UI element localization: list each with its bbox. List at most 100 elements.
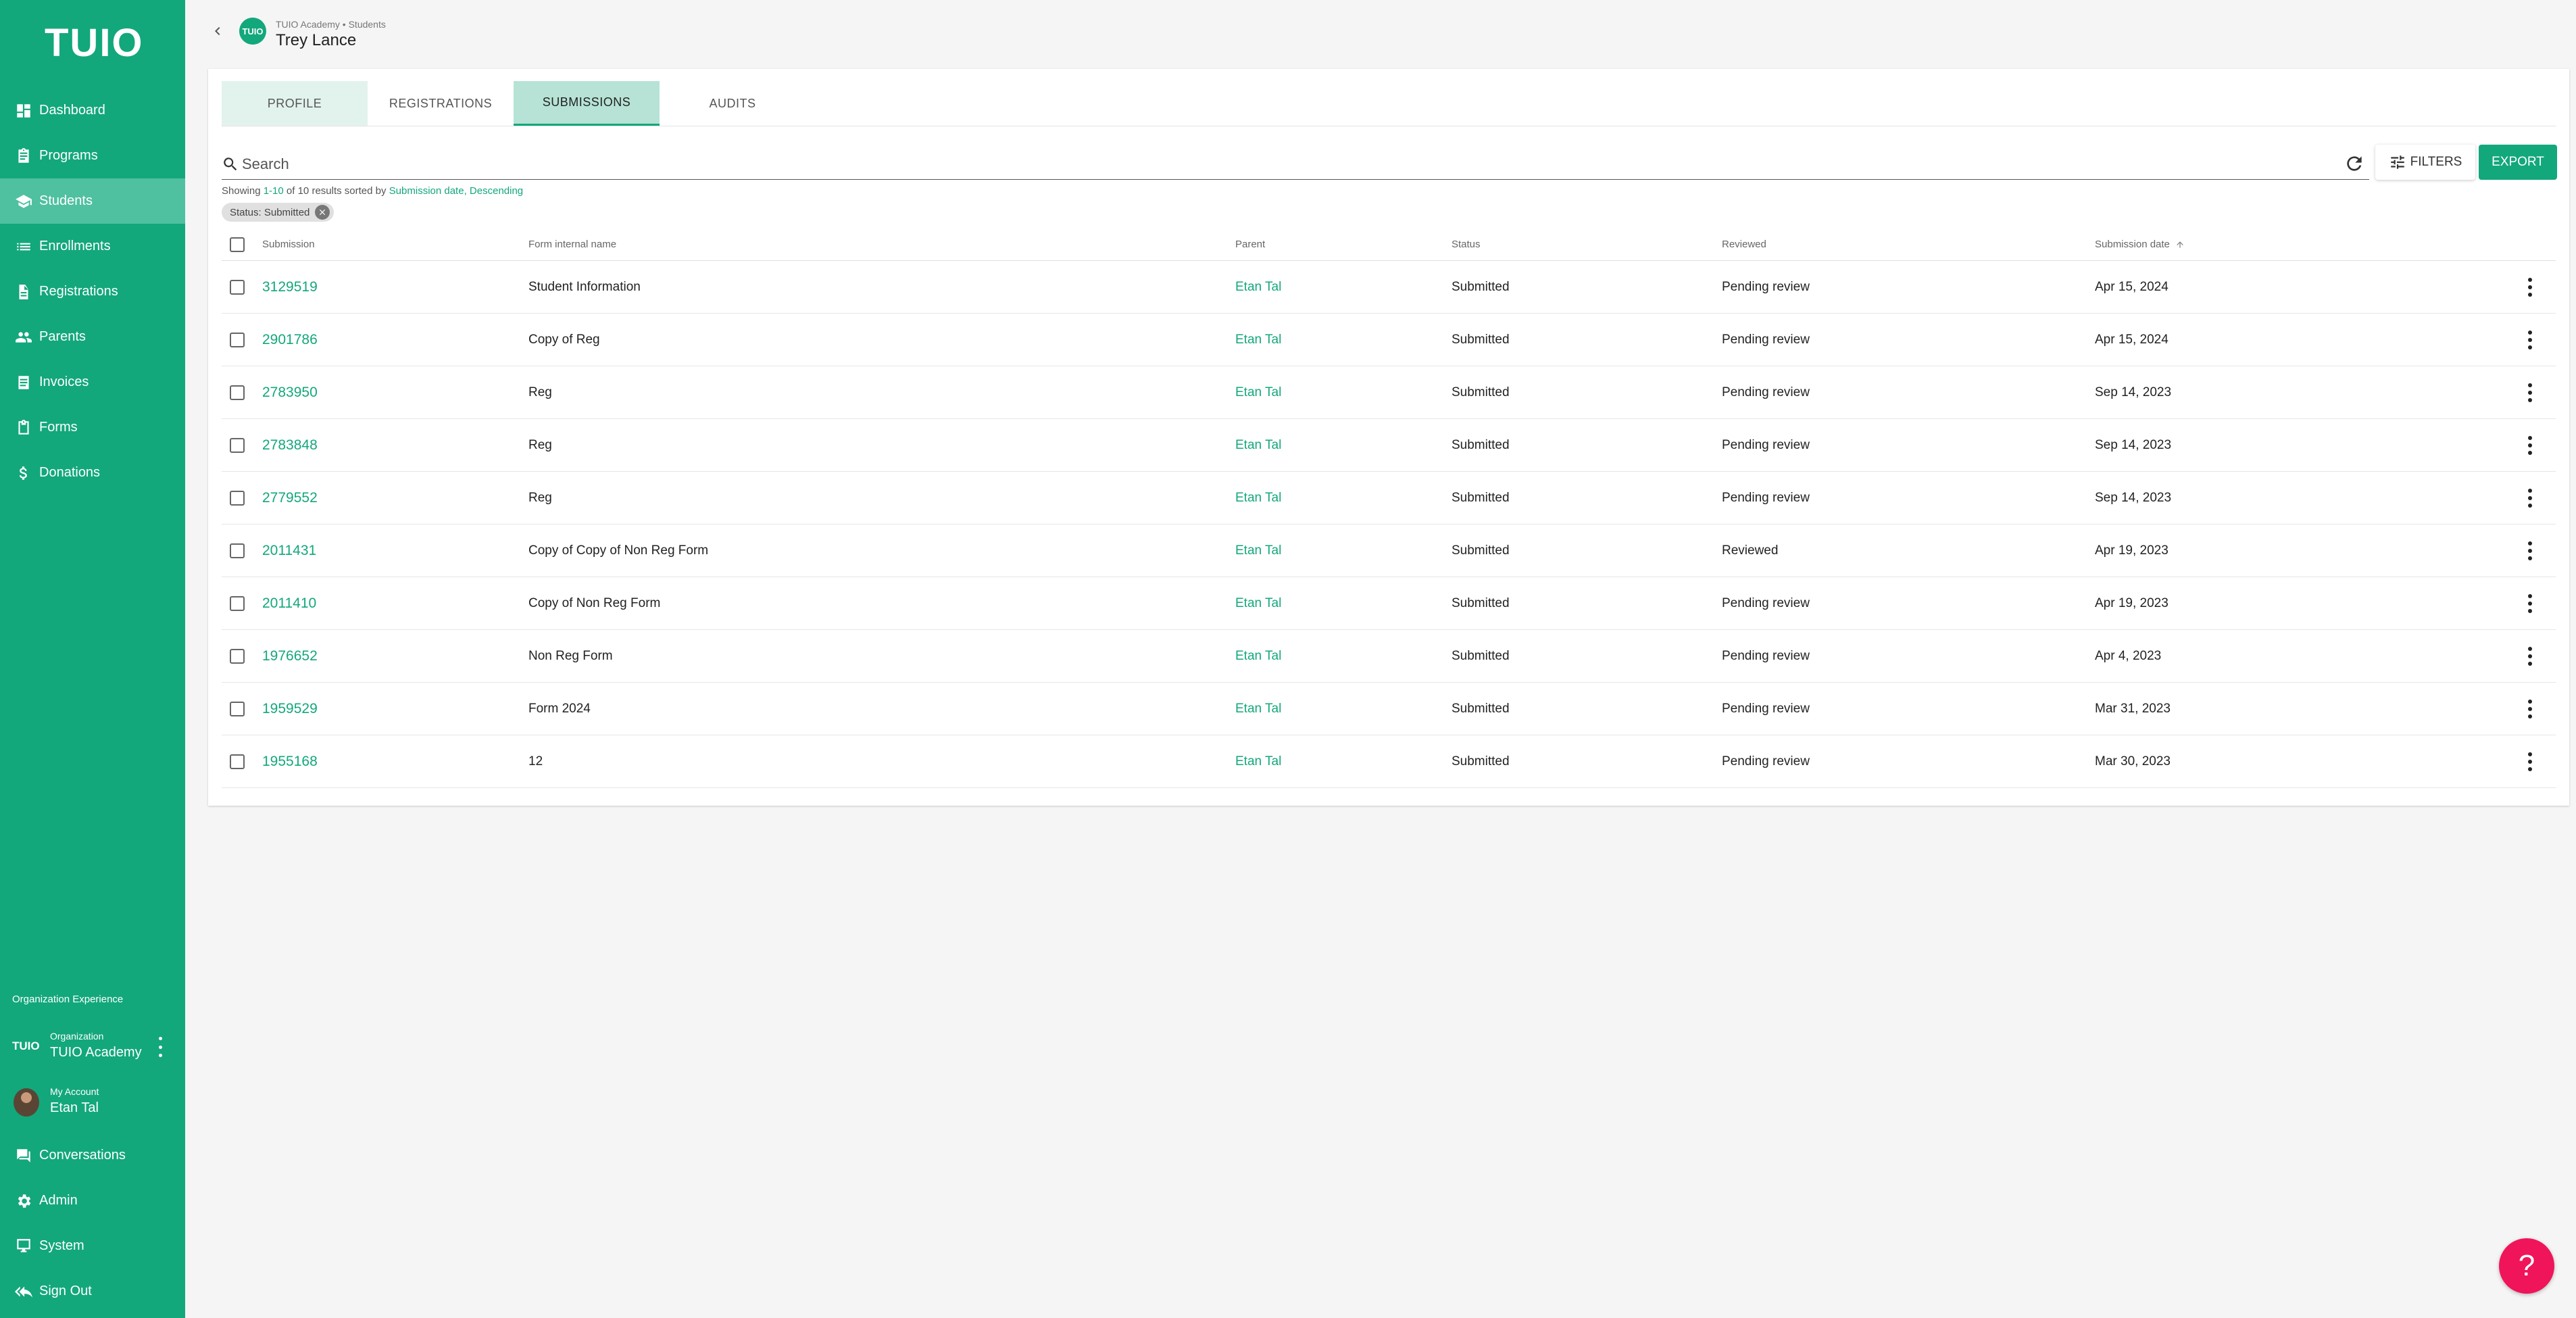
submission-link[interactable]: 1959529 <box>262 701 318 717</box>
refresh-icon[interactable] <box>2344 153 2365 174</box>
row-more-icon[interactable] <box>2526 488 2534 508</box>
sort-field-link[interactable]: Submission date <box>389 185 464 197</box>
sidebar-item-system[interactable]: System <box>0 1223 185 1269</box>
table-row[interactable]: 1976652 Non Reg Form Etan Tal Submitted Pend… <box>222 630 2556 683</box>
cell-reviewed: Pending review <box>1722 437 1810 452</box>
sidebar-item-label: Forms <box>39 420 78 435</box>
filters-button[interactable]: FILTERS <box>2375 145 2475 180</box>
export-button[interactable]: EXPORT <box>2479 145 2557 180</box>
parent-link[interactable]: Etan Tal <box>1235 280 1281 295</box>
table-row[interactable]: 2901786 Copy of Reg Etan Tal Submitted Pendi… <box>222 314 2556 366</box>
parent-link[interactable]: Etan Tal <box>1235 596 1281 611</box>
row-more-icon[interactable] <box>2526 435 2534 455</box>
row-checkbox[interactable] <box>230 701 245 716</box>
parent-link[interactable]: Etan Tal <box>1235 543 1281 558</box>
tab-registrations[interactable]: REGISTRATIONS <box>368 81 514 126</box>
row-more-icon[interactable] <box>2526 699 2534 718</box>
sidebar-item-forms[interactable]: Forms <box>0 405 185 450</box>
sidebar-item-programs[interactable]: Programs <box>0 133 185 178</box>
row-more-icon[interactable] <box>2526 330 2534 349</box>
row-checkbox[interactable] <box>230 754 245 769</box>
tab-audits[interactable]: AUDITS <box>660 81 806 126</box>
sidebar-item-enrollments[interactable]: Enrollments <box>0 224 185 269</box>
table-row[interactable]: 1959529 Form 2024 Etan Tal Submitted Pending… <box>222 683 2556 735</box>
submission-link[interactable]: 2783848 <box>262 437 318 454</box>
row-more-icon[interactable] <box>2526 541 2534 560</box>
org-more-icon[interactable] <box>157 1037 164 1057</box>
table-row[interactable]: 2783950 Reg Etan Tal Submitted Pending revie… <box>222 366 2556 419</box>
table-row[interactable]: 2011431 Copy of Copy of Non Reg Form Etan … <box>222 524 2556 577</box>
row-more-icon[interactable] <box>2526 277 2534 297</box>
sidebar-item-registrations[interactable]: Registrations <box>0 269 185 314</box>
column-header-reviewed[interactable]: Reviewed <box>1722 239 1766 250</box>
row-checkbox[interactable] <box>230 385 245 400</box>
row-more-icon[interactable] <box>2526 593 2534 613</box>
row-checkbox[interactable] <box>230 648 245 664</box>
tuio-logo[interactable]: TUIO <box>45 20 144 66</box>
tab-profile[interactable]: PROFILE <box>222 81 368 126</box>
sort-direction-link[interactable]: Descending <box>470 185 523 197</box>
cell-form: Student Information <box>528 279 641 294</box>
row-more-icon[interactable] <box>2526 646 2534 666</box>
parent-link[interactable]: Etan Tal <box>1235 385 1281 400</box>
table-row[interactable]: 2011410 Copy of Non Reg Form Etan Tal Submi… <box>222 577 2556 630</box>
table-row[interactable]: 2779552 Reg Etan Tal Submitted Pending revie… <box>222 472 2556 524</box>
breadcrumb: TUIO Academy • Students <box>276 19 386 30</box>
parent-link[interactable]: Etan Tal <box>1235 438 1281 453</box>
help-button[interactable]: ? <box>2499 1238 2554 1294</box>
column-header-label: Reviewed <box>1722 239 1766 250</box>
tab-submissions[interactable]: SUBMISSIONS <box>514 81 660 126</box>
submission-link[interactable]: 2901786 <box>262 332 318 348</box>
parent-link[interactable]: Etan Tal <box>1235 649 1281 664</box>
column-header-parent[interactable]: Parent <box>1235 239 1265 250</box>
submission-link[interactable]: 3129519 <box>262 279 318 295</box>
my-account[interactable]: My Account Etan Tal <box>0 1083 185 1123</box>
row-more-icon[interactable] <box>2526 752 2534 771</box>
row-more-icon[interactable] <box>2526 383 2534 402</box>
table-row[interactable]: 1955168 12 Etan Tal Submitted Pending review… <box>222 735 2556 788</box>
row-checkbox[interactable] <box>230 332 245 347</box>
cell-form: Copy of Copy of Non Reg Form <box>528 543 709 558</box>
sidebar-item-parents[interactable]: Parents <box>0 314 185 360</box>
cell-form: Reg <box>528 385 552 399</box>
row-checkbox[interactable] <box>230 490 245 506</box>
sidebar-item-dashboard[interactable]: Dashboard <box>0 88 185 133</box>
row-checkbox[interactable] <box>230 595 245 611</box>
sidebar-item-donations[interactable]: Donations <box>0 450 185 495</box>
submission-link[interactable]: 1955168 <box>262 754 318 770</box>
select-all-checkbox[interactable] <box>230 237 245 252</box>
receipt-icon <box>15 374 32 391</box>
row-checkbox[interactable] <box>230 543 245 558</box>
back-icon[interactable] <box>209 23 226 39</box>
column-header-status[interactable]: Status <box>1452 239 1481 250</box>
sidebar-item-students[interactable]: Students <box>0 178 185 224</box>
column-header-submission[interactable]: Submission <box>262 239 315 250</box>
sidebar-item-admin[interactable]: Admin <box>0 1178 185 1223</box>
table-row[interactable]: 2783848 Reg Etan Tal Submitted Pending revie… <box>222 419 2556 472</box>
organization-switcher[interactable]: TUIO Organization TUIO Academy <box>0 1027 185 1068</box>
column-header-label: Status <box>1452 239 1481 250</box>
submission-link[interactable]: 2779552 <box>262 490 318 506</box>
column-header-form-internal-name[interactable]: Form internal name <box>528 239 616 250</box>
row-checkbox[interactable] <box>230 437 245 453</box>
parent-link[interactable]: Etan Tal <box>1235 491 1281 506</box>
parent-link[interactable]: Etan Tal <box>1235 702 1281 716</box>
sidebar-item-label: Conversations <box>39 1148 126 1163</box>
parent-link[interactable]: Etan Tal <box>1235 754 1281 769</box>
sort-arrow-icon[interactable] <box>2175 240 2185 249</box>
submission-link[interactable]: 2011410 <box>262 595 316 612</box>
submission-link[interactable]: 2783950 <box>262 385 318 401</box>
chip-remove-icon[interactable] <box>315 205 330 220</box>
monitor-icon <box>15 1238 32 1255</box>
sidebar-item-invoices[interactable]: Invoices <box>0 360 185 405</box>
sidebar-item-sign-out[interactable]: Sign Out <box>0 1269 185 1314</box>
submission-link[interactable]: 2011431 <box>262 543 316 559</box>
org-name: TUIO Academy <box>50 1045 142 1060</box>
submission-link[interactable]: 1976652 <box>262 648 318 664</box>
search-input[interactable] <box>242 155 2369 173</box>
column-header-submission-date[interactable]: Submission date <box>2095 239 2185 250</box>
parent-link[interactable]: Etan Tal <box>1235 333 1281 347</box>
sidebar-item-conversations[interactable]: Conversations <box>0 1133 185 1178</box>
row-checkbox[interactable] <box>230 279 245 295</box>
table-row[interactable]: 3129519 Student Information Etan Tal Submit… <box>222 261 2556 314</box>
